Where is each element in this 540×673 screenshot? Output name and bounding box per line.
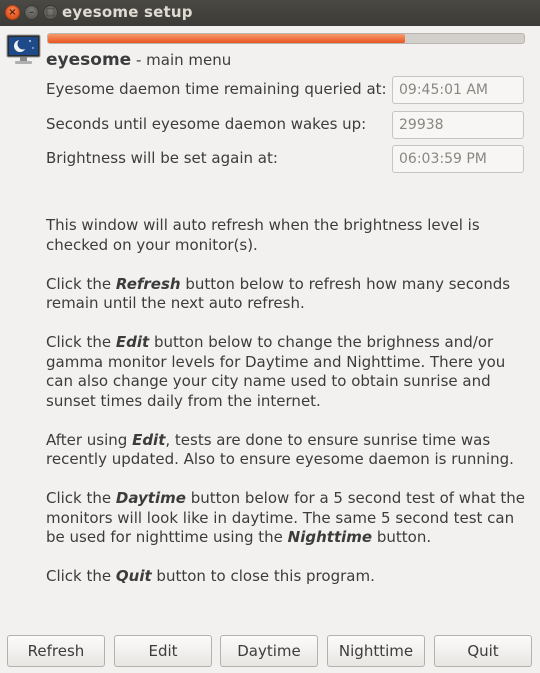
instruction-text: Click the xyxy=(46,274,116,293)
instruction-text: button to close this program. xyxy=(151,567,375,585)
daytime-keyword: Daytime xyxy=(115,489,186,507)
daytime-button[interactable]: Daytime xyxy=(220,635,318,667)
time-remaining-queried-field[interactable]: 09:45:01 AM xyxy=(392,76,524,104)
instruction-edit: Click the Edit button below to change th… xyxy=(46,333,526,411)
instruction-auto-refresh: This window will auto refresh when the b… xyxy=(46,216,526,255)
instruction-text: After using xyxy=(46,430,133,449)
edit-button[interactable]: Edit xyxy=(114,635,212,667)
refresh-keyword: Refresh xyxy=(115,274,181,293)
close-icon: × xyxy=(8,7,17,18)
title-bar[interactable]: × – □ eyesome setup xyxy=(0,0,540,26)
instruction-after-edit: After using Edit, tests are done to ensu… xyxy=(46,431,526,470)
maximize-window-button[interactable]: □ xyxy=(43,5,58,20)
instruction-text: Click the xyxy=(46,567,116,585)
minimize-icon: – xyxy=(29,7,34,18)
maximize-icon: □ xyxy=(45,7,56,18)
edit-keyword: Edit xyxy=(115,333,150,351)
auto-refresh-progress-bar xyxy=(47,33,525,44)
instruction-daytime: Click the Daytime button below for a 5 s… xyxy=(46,489,526,548)
instruction-text: Click the xyxy=(46,489,116,507)
progress-fill xyxy=(48,34,405,43)
monitor-moon-icon xyxy=(6,34,41,64)
instruction-refresh: Click the Refresh button below to refres… xyxy=(46,275,526,314)
page-subtitle: - main menu xyxy=(131,51,232,69)
app-name: eyesome xyxy=(46,50,132,70)
seconds-until-wake-field[interactable]: 29938 xyxy=(392,111,524,139)
instructions-text: This window will auto refresh when the b… xyxy=(46,216,526,606)
nighttime-button[interactable]: Nighttime xyxy=(327,635,425,667)
seconds-until-wake-label: Seconds until eyesome daemon wakes up: xyxy=(46,115,367,133)
brightness-next-set-label: Brightness will be set again at: xyxy=(46,149,278,167)
quit-button[interactable]: Quit xyxy=(434,635,532,667)
brightness-next-set-field[interactable]: 06:03:59 PM xyxy=(392,145,524,173)
close-window-button[interactable]: × xyxy=(5,5,20,20)
edit-keyword: Edit xyxy=(132,430,166,449)
refresh-button[interactable]: Refresh xyxy=(7,635,105,667)
window-title: eyesome setup xyxy=(62,3,193,21)
nighttime-keyword: Nighttime xyxy=(287,528,373,546)
instruction-quit: Click the Quit button to close this prog… xyxy=(46,567,526,587)
instruction-text: Click the xyxy=(46,333,116,351)
quit-keyword: Quit xyxy=(115,567,152,585)
time-remaining-queried-label: Eyesome daemon time remaining queried at… xyxy=(46,80,387,98)
page-title: eyesome - main menu xyxy=(46,50,231,70)
minimize-window-button[interactable]: – xyxy=(24,5,39,20)
instruction-auto-refresh-text: This window will auto refresh when the b… xyxy=(46,216,480,254)
instruction-text: button. xyxy=(372,528,432,546)
